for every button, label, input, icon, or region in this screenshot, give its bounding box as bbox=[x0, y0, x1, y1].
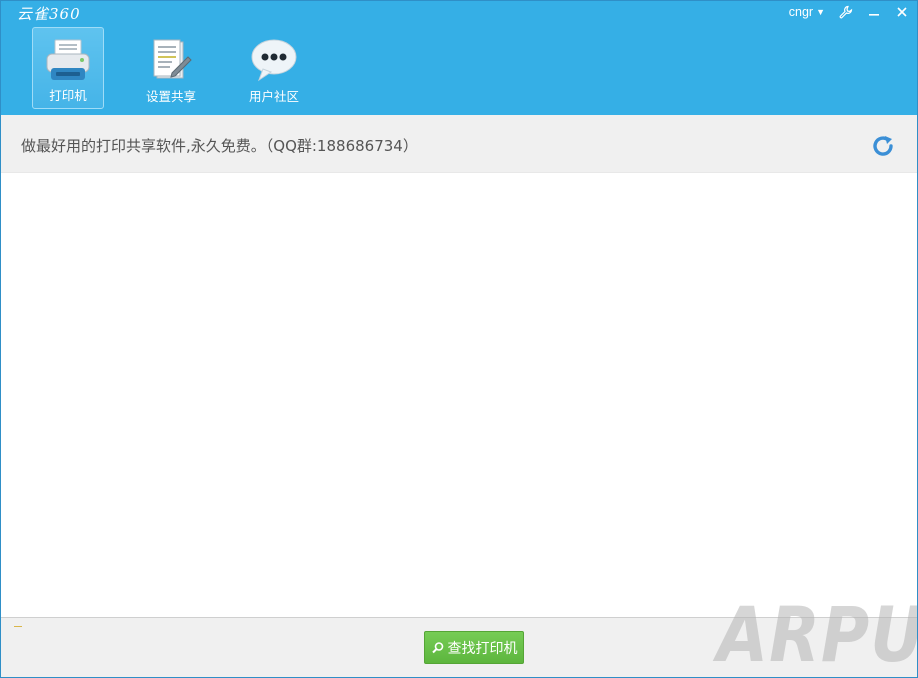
footer-mark bbox=[14, 626, 22, 627]
tab-label: 设置共享 bbox=[145, 89, 196, 104]
info-bar: 做最好用的打印共享软件,永久免费。（QQ群:188686734） bbox=[1, 115, 917, 173]
tab-share-settings[interactable]: 设置共享 bbox=[135, 27, 207, 109]
find-printer-label: 查找打印机 bbox=[447, 640, 518, 657]
share-document-icon bbox=[153, 39, 192, 79]
tab-label: 打印机 bbox=[49, 88, 87, 103]
chevron-down-icon: ▼ bbox=[816, 7, 825, 17]
app-title: 云雀360 bbox=[17, 5, 81, 23]
search-icon bbox=[431, 641, 443, 653]
refresh-icon[interactable] bbox=[871, 134, 895, 158]
printer-icon bbox=[46, 39, 90, 80]
info-text: 做最好用的打印共享软件,永久免费。（QQ群:188686734） bbox=[21, 137, 418, 155]
user-menu[interactable]: cngr ▼ bbox=[789, 5, 825, 19]
header-bar: 云雀360 cngr ▼ 打印机 设置共享 用户社区 bbox=[1, 1, 917, 115]
app-window: 云雀360 cngr ▼ 打印机 设置共享 用户社区 做最好用的打印共享软件,永… bbox=[0, 0, 918, 678]
chat-bubble-icon bbox=[251, 39, 297, 82]
tab-community[interactable]: 用户社区 bbox=[238, 27, 310, 109]
title-controls: cngr ▼ bbox=[789, 3, 909, 21]
minimize-icon[interactable] bbox=[867, 5, 881, 19]
tab-printer[interactable]: 打印机 bbox=[32, 27, 104, 109]
find-printer-button[interactable]: 查找打印机 bbox=[424, 631, 524, 664]
settings-wrench-icon[interactable] bbox=[839, 5, 853, 19]
close-icon[interactable] bbox=[895, 5, 909, 19]
printer-list-area bbox=[1, 173, 917, 617]
tab-label: 用户社区 bbox=[248, 89, 299, 104]
footer-bar: 查找打印机 bbox=[1, 617, 917, 677]
user-name: cngr bbox=[788, 5, 814, 19]
